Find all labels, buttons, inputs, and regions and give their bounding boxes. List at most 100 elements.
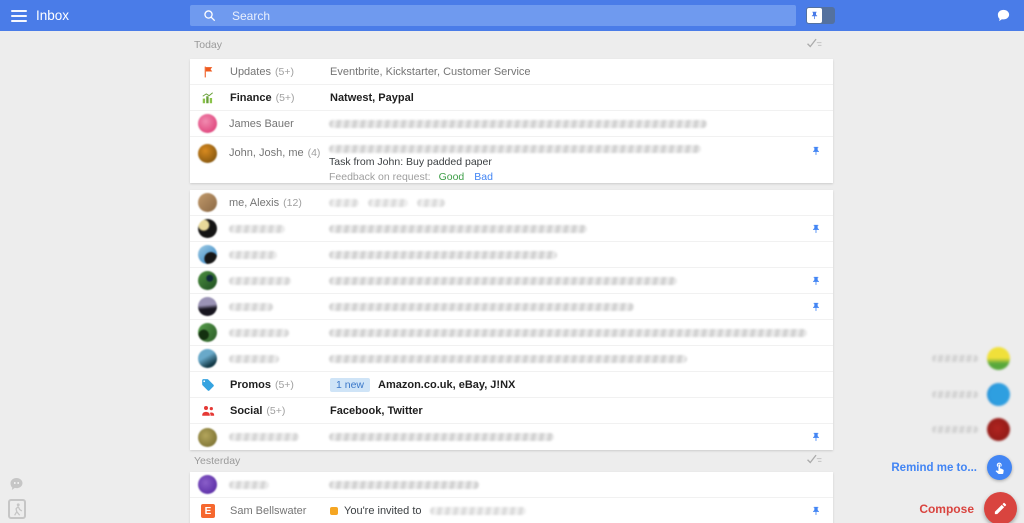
redacted-sender — [229, 481, 269, 489]
redacted-sender — [229, 329, 289, 337]
email-cluster-2: me, Alexis (12) — [190, 190, 833, 450]
redacted-subject — [329, 481, 479, 489]
bundle-row-finance[interactable]: Finance (5+) Natwest, Paypal — [190, 85, 833, 111]
subject-prefix: You're invited to — [344, 505, 422, 517]
section-label: Today — [194, 31, 222, 59]
top-bar: Inbox — [0, 0, 1024, 31]
redacted-subject — [329, 145, 701, 153]
redacted-sender — [229, 251, 277, 259]
remind-me-label: Remind me to... — [891, 462, 977, 474]
search-input[interactable] — [216, 5, 796, 26]
bundle-senders: Natwest, Paypal — [330, 92, 414, 104]
section-header-today: Today — [190, 31, 833, 59]
sweep-icon[interactable] — [806, 36, 823, 54]
bundle-senders: Eventbrite, Kickstarter, Customer Servic… — [330, 66, 531, 78]
redacted-shortcut-label — [932, 426, 978, 433]
page-title: Inbox — [36, 0, 69, 31]
bundle-row-updates[interactable]: Updates (5+) Eventbrite, Kickstarter, Cu… — [190, 59, 833, 85]
pin-icon[interactable] — [799, 275, 833, 287]
pin-icon[interactable] — [799, 431, 833, 443]
avatar — [198, 323, 217, 342]
email-row-invite[interactable]: E Sam Bellswater You're invited to — [190, 498, 833, 523]
email-row[interactable] — [190, 242, 833, 268]
walking-person-icon[interactable] — [8, 499, 26, 519]
redacted-subject — [329, 199, 359, 207]
avatar — [198, 219, 217, 238]
redacted-subject — [430, 507, 526, 515]
avatar — [198, 349, 217, 368]
bundle-count: (5+) — [275, 379, 294, 391]
search-bar[interactable] — [190, 5, 796, 26]
email-cluster-3: E Sam Bellswater You're invited to — [190, 472, 833, 523]
shortcut-avatar-red[interactable] — [987, 418, 1010, 441]
email-cluster-1: Updates (5+) Eventbrite, Kickstarter, Cu… — [190, 59, 833, 183]
avatar — [198, 475, 217, 494]
pin-icon[interactable] — [799, 145, 833, 157]
thread-count: (12) — [283, 197, 302, 209]
bundle-senders: Amazon.co.uk, eBay, J!NX — [378, 379, 515, 391]
quick-shortcut-1[interactable] — [932, 347, 1010, 370]
redacted-subject — [329, 329, 807, 337]
shortcut-avatar-yellow-green[interactable] — [987, 347, 1010, 370]
redacted-shortcut-label — [932, 391, 978, 398]
avatar — [198, 245, 217, 264]
redacted-sender — [229, 303, 273, 311]
compose-button[interactable] — [984, 492, 1017, 523]
redacted-subject — [329, 355, 687, 363]
pin-icon[interactable] — [799, 505, 833, 517]
email-row[interactable] — [190, 320, 833, 346]
quick-shortcut-3[interactable] — [932, 418, 1010, 441]
shortcut-avatar-blue[interactable] — [987, 383, 1010, 406]
avatar — [198, 271, 217, 290]
bundle-name: Updates — [230, 66, 271, 78]
compose-label: Compose — [919, 502, 974, 516]
sweep-icon[interactable] — [806, 452, 823, 470]
invite-icon — [330, 507, 338, 515]
chat-bubble-icon[interactable] — [996, 8, 1011, 28]
reminder-button[interactable] — [987, 455, 1012, 480]
feedback-line: Feedback on request:GoodBad — [329, 171, 493, 183]
email-list: Today Updates (5+) Eventbrite, Kickstart… — [190, 31, 833, 523]
sender-name: me, Alexis — [229, 197, 279, 209]
redacted-sender — [229, 277, 291, 285]
quick-shortcut-2[interactable] — [932, 383, 1010, 406]
email-row[interactable] — [190, 424, 833, 450]
pin-icon[interactable] — [799, 223, 833, 235]
email-row[interactable] — [190, 268, 833, 294]
redacted-subject — [329, 225, 587, 233]
redacted-sender — [229, 225, 285, 233]
section-header-yesterday: Yesterday — [190, 450, 833, 472]
redacted-subject — [329, 303, 634, 311]
email-row[interactable] — [190, 472, 833, 498]
bundle-count: (5+) — [276, 92, 295, 104]
sender-name: John, Josh, me — [229, 147, 304, 159]
search-icon — [203, 9, 216, 22]
redacted-subject — [417, 199, 445, 207]
task-text: Task from John: Buy padded paper — [329, 156, 492, 168]
pin-icon[interactable] — [799, 301, 833, 313]
feedback-bubble-icon[interactable] — [8, 476, 25, 497]
avatar — [198, 144, 217, 163]
email-row[interactable] — [190, 294, 833, 320]
people-icon — [198, 404, 218, 417]
thread-count: (4) — [308, 147, 321, 159]
email-row[interactable] — [190, 216, 833, 242]
avatar — [198, 297, 217, 316]
feedback-bad-link[interactable]: Bad — [474, 171, 493, 183]
menu-icon[interactable] — [11, 10, 27, 22]
bundle-row-social[interactable]: Social (5+) Facebook, Twitter — [190, 398, 833, 424]
pin-filter-toggle[interactable] — [806, 7, 835, 24]
email-row[interactable]: James Bauer — [190, 111, 833, 137]
compose-action[interactable]: Compose — [919, 492, 1017, 523]
pin-icon — [810, 11, 819, 20]
email-row[interactable] — [190, 346, 833, 372]
email-row[interactable]: me, Alexis (12) — [190, 190, 833, 216]
remind-me-action[interactable]: Remind me to... — [891, 455, 1012, 480]
eventbrite-icon: E — [198, 504, 218, 518]
redacted-subject — [329, 433, 554, 441]
feedback-good-link[interactable]: Good — [439, 171, 465, 183]
bundle-row-promos[interactable]: Promos (5+) 1 new Amazon.co.uk, eBay, J!… — [190, 372, 833, 398]
email-row-task[interactable]: John, Josh, me (4) Task from John: Buy p… — [190, 137, 833, 183]
redacted-sender — [229, 433, 299, 441]
bundle-count: (5+) — [266, 405, 285, 417]
